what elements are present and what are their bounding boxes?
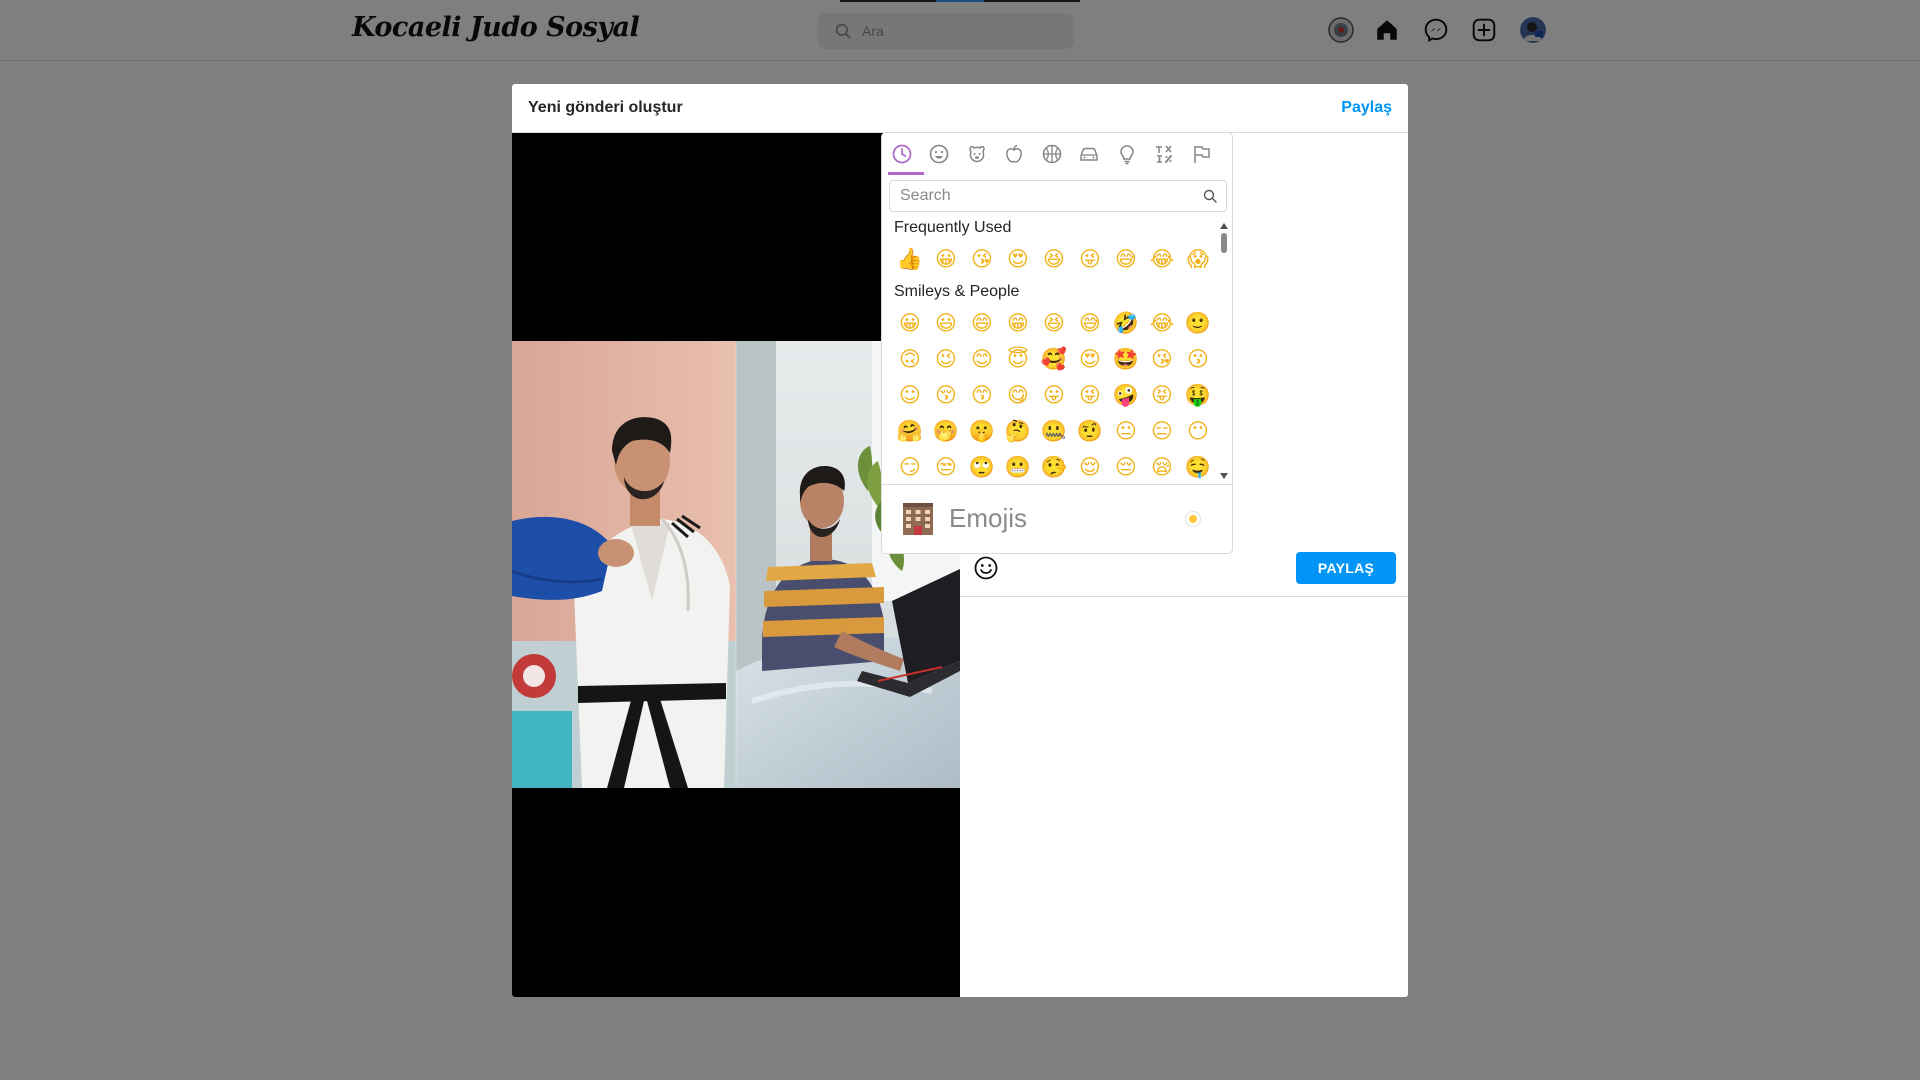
emoji[interactable]: 😍 [1000, 243, 1036, 275]
emoji[interactable]: 😑 [1144, 415, 1180, 447]
emoji-scrollbar[interactable] [1219, 223, 1229, 479]
emoji[interactable]: 😊 [964, 343, 1000, 375]
emoji[interactable]: 🤥 [1036, 451, 1072, 481]
emoji[interactable]: 😇 [1000, 343, 1036, 375]
emoji[interactable]: 😙 [964, 379, 1000, 411]
car-icon[interactable] [1078, 143, 1100, 165]
emoji[interactable]: 😔 [1108, 451, 1144, 481]
emoji[interactable]: 🥰 [1036, 343, 1072, 375]
emoji-search-input[interactable] [890, 181, 1190, 211]
emoji-category-bar [882, 133, 1232, 175]
emoji-row: 🤗 🤭 🤫 🤔 🤐 🤨 😐 😑 😶 [892, 415, 1222, 447]
emoji[interactable]: 😚 [928, 379, 964, 411]
emoji[interactable]: ☺ [892, 379, 928, 411]
emoji[interactable]: 🤪 [1108, 379, 1144, 411]
emoji[interactable]: 🙄 [964, 451, 1000, 481]
emoji[interactable]: 😘 [1144, 343, 1180, 375]
emoji[interactable]: 😐 [1108, 415, 1144, 447]
section-title-frequently-used: Frequently Used [894, 219, 1012, 236]
emoji[interactable]: 🙂 [1180, 307, 1216, 339]
emoji[interactable]: 🤐 [1036, 415, 1072, 447]
emoji[interactable]: 😋 [1000, 379, 1036, 411]
emoji[interactable]: 🙃 [892, 343, 928, 375]
symbols-icon[interactable] [1153, 143, 1175, 165]
preview-label: Emojis [949, 503, 1028, 533]
emoji-row: 😏 😒 🙄 😬 🤥 😌 😔 😪 🤤 [892, 451, 1222, 481]
flag-icon[interactable] [1191, 143, 1213, 165]
emoji-scroll-area[interactable]: Frequently Used 👍 😀 😘 😍 😆 😜 😅 😂 😱 Smiley… [882, 217, 1232, 481]
emoji[interactable]: 🤗 [892, 415, 928, 447]
emoji[interactable]: 🤩 [1108, 343, 1144, 375]
emoji[interactable]: 😘 [964, 243, 1000, 275]
emoji[interactable]: 🤑 [1180, 379, 1216, 411]
active-category-indicator [888, 172, 924, 175]
emoji-preview: Emojis [882, 484, 1232, 553]
emoji[interactable]: 👍 [892, 243, 928, 275]
emoji[interactable]: 🤣 [1108, 307, 1144, 339]
emoji[interactable]: 🤭 [928, 415, 964, 447]
share-button[interactable]: PAYLAŞ [1296, 552, 1396, 584]
emoji[interactable]: 😱 [1180, 243, 1216, 275]
emoji[interactable]: 😅 [1108, 243, 1144, 275]
emoji-row: 😀 😃 😄 😁 😆 😅 🤣 😂 🙂 [892, 307, 1222, 339]
emoji[interactable]: 🤫 [964, 415, 1000, 447]
emoji[interactable]: 😀 [892, 307, 928, 339]
share-link[interactable]: Paylaş [1341, 99, 1392, 117]
emoji[interactable]: 😛 [1036, 379, 1072, 411]
office-building-icon [903, 503, 933, 535]
emoji[interactable]: 😪 [1144, 451, 1180, 481]
search-icon [1203, 189, 1217, 203]
modal-title: Yeni gönderi oluştur [528, 99, 683, 116]
emoji[interactable]: 🤤 [1180, 451, 1216, 481]
emoji[interactable]: 😒 [928, 451, 964, 481]
emoji[interactable]: 😃 [928, 307, 964, 339]
divider [960, 596, 1408, 597]
emoji[interactable]: 🤔 [1000, 415, 1036, 447]
emoji-picker: Frequently Used 👍 😀 😘 😍 😆 😜 😅 😂 😱 Smiley… [881, 132, 1233, 554]
smiley-icon[interactable] [928, 143, 950, 165]
emoji[interactable]: 😆 [1036, 307, 1072, 339]
emoji[interactable]: 😜 [1072, 379, 1108, 411]
emoji[interactable]: 😏 [892, 451, 928, 481]
emoji[interactable]: 😬 [1000, 451, 1036, 481]
emoji[interactable]: 😁 [1000, 307, 1036, 339]
modal-header: Yeni gönderi oluştur Paylaş [512, 84, 1408, 133]
emoji-row: 👍 😀 😘 😍 😆 😜 😅 😂 😱 [892, 243, 1222, 275]
emoji[interactable]: 😌 [1072, 451, 1108, 481]
emoji[interactable]: 😍 [1072, 343, 1108, 375]
scroll-down-arrow[interactable] [1220, 473, 1228, 479]
skin-tone-selector[interactable] [1185, 511, 1201, 527]
section-title-smileys-people: Smileys & People [894, 283, 1020, 300]
emoji[interactable]: 🤨 [1072, 415, 1108, 447]
emoji[interactable]: 😀 [928, 243, 964, 275]
emoji-row: 🙃 😉 😊 😇 🥰 😍 🤩 😘 😗 [892, 343, 1222, 375]
emoji[interactable]: 😜 [1072, 243, 1108, 275]
emoji[interactable]: 😗 [1180, 343, 1216, 375]
emoji-toggle-icon[interactable] [973, 555, 999, 581]
emoji-row: ☺ 😚 😙 😋 😛 😜 🤪 😝 🤑 [892, 379, 1222, 411]
emoji[interactable]: 😂 [1144, 243, 1180, 275]
scroll-up-arrow[interactable] [1220, 223, 1228, 229]
scroll-thumb[interactable] [1221, 233, 1227, 253]
emoji[interactable]: 😆 [1036, 243, 1072, 275]
emoji[interactable]: 😅 [1072, 307, 1108, 339]
emoji[interactable]: 😂 [1144, 307, 1180, 339]
food-icon[interactable] [1003, 143, 1025, 165]
emoji[interactable]: 😉 [928, 343, 964, 375]
clock-icon[interactable] [891, 143, 913, 165]
emoji[interactable]: 😶 [1180, 415, 1216, 447]
ball-icon[interactable] [1041, 143, 1063, 165]
lightbulb-icon[interactable] [1116, 143, 1138, 165]
animal-icon[interactable] [966, 143, 988, 165]
emoji[interactable]: 😄 [964, 307, 1000, 339]
emoji-search[interactable] [889, 180, 1227, 212]
emoji[interactable]: 😝 [1144, 379, 1180, 411]
